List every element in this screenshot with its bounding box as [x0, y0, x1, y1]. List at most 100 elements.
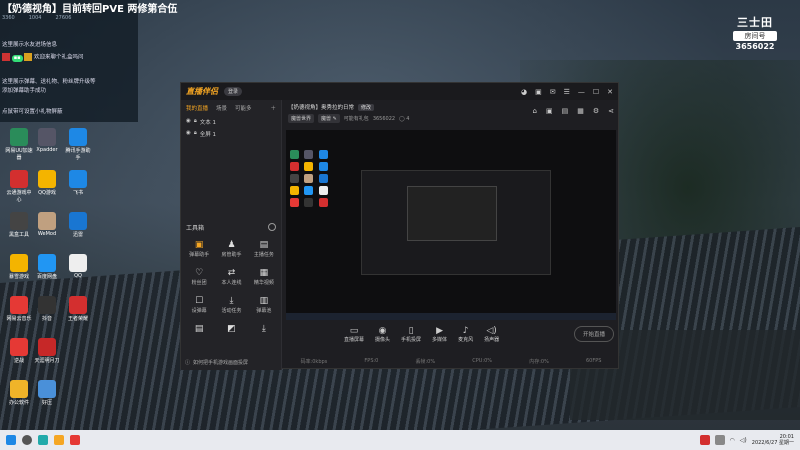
- close-icon[interactable]: ✕: [607, 88, 613, 96]
- desktop-icon[interactable]: 云通游戏中心: [5, 170, 33, 203]
- avatar-icon[interactable]: ◕: [521, 88, 527, 96]
- source-label: 手机投屏: [401, 336, 422, 343]
- tool-button[interactable]: ▣ 弹幕助手: [183, 240, 215, 258]
- category-chip[interactable]: 魔兽世界: [288, 114, 315, 123]
- wifi-icon[interactable]: ◠: [730, 437, 735, 444]
- tab-live[interactable]: 我的直播: [186, 104, 208, 112]
- desktop-icon[interactable]: 天涯明月刀: [33, 338, 61, 364]
- gear-icon[interactable]: ⚙: [593, 107, 599, 115]
- tool-button[interactable]: ⤓: [248, 324, 280, 335]
- login-pill[interactable]: 登录: [224, 87, 243, 96]
- tool-label: 主播任务: [253, 252, 274, 258]
- desktop-icon[interactable]: 逆战: [5, 338, 33, 364]
- preview-taskbar: [286, 313, 616, 320]
- app-icon: [38, 212, 56, 230]
- clock[interactable]: 20:01 2022/6/27 星期一: [752, 434, 794, 446]
- edit-title-button[interactable]: 修改: [358, 103, 375, 111]
- tool-button[interactable]: ♟ 房管助手: [215, 240, 247, 258]
- tray-app-icon[interactable]: [714, 435, 725, 445]
- desktop-icon-label: 云通游戏中心: [6, 190, 32, 203]
- tool-button[interactable]: ▤ 主播任务: [248, 240, 280, 258]
- desktop-icon[interactable]: 腾讯手游助手: [64, 128, 92, 161]
- mobile-cast-tip[interactable]: ⓘ 如何把手机游戏画面投屏: [185, 359, 277, 366]
- desktop-icon[interactable]: Xpadder: [33, 128, 61, 153]
- add-icon[interactable]: ＋: [270, 104, 276, 112]
- toolbox-settings-icon[interactable]: [268, 223, 276, 231]
- desktop-icon[interactable]: WeMod: [33, 212, 61, 237]
- tool-button[interactable]: ◩: [215, 324, 247, 335]
- window-titlebar[interactable]: 直播伴侣 登录 ◕ ▣ ✉ ☰ — ☐ ✕: [181, 83, 618, 100]
- desktop-icon[interactable]: 好压: [33, 380, 61, 406]
- minimize-icon[interactable]: —: [578, 88, 585, 96]
- preview-app-icon: [318, 174, 328, 183]
- source-button[interactable]: ◁) 扬声器: [484, 326, 499, 343]
- source-toolbar: ▭ 直播屏幕 ◉ 摄像头 ▯ 手机投屏 ▶ 多媒体 ♪ 麦克风 ◁) 扬声器 开始直播: [282, 322, 620, 346]
- tab-more[interactable]: 可能多: [235, 104, 252, 112]
- tool-button[interactable]: ☐ 设弹幕: [183, 296, 215, 314]
- desktop-icon[interactable]: 王者荣耀: [64, 296, 92, 322]
- desktop-icon[interactable]: 黑盒工具: [5, 212, 33, 238]
- desktop-icon-label: Xpadder: [36, 147, 58, 153]
- tool-icon: ▥: [259, 296, 269, 306]
- desktop-icon[interactable]: 暴雪游戏: [5, 254, 33, 280]
- desktop-icon-label: 天涯明月刀: [34, 358, 60, 364]
- desktop-icon[interactable]: 百度网盘: [33, 254, 61, 280]
- source-button[interactable]: ♪ 麦克风: [458, 326, 473, 343]
- tool-button[interactable]: ⇄ 本人连线: [215, 268, 247, 286]
- preview-app-icon: [318, 150, 328, 159]
- stream-preview[interactable]: [286, 130, 616, 320]
- desktop-icon[interactable]: 抖音: [33, 296, 61, 322]
- desktop-icon-label: 好压: [41, 400, 52, 406]
- start-icon[interactable]: [6, 435, 16, 445]
- desktop-icon[interactable]: 迅雷: [64, 212, 92, 238]
- eye-icon[interactable]: ◉: [186, 118, 191, 126]
- share-icon[interactable]: ⋖: [608, 107, 614, 115]
- chat-overlay: 3360 1004 27606 这里展示水友进场信息 ▪▪ 欢迎来聊个礼盒吗问 …: [0, 0, 138, 122]
- lock-icon[interactable]: 🔒︎: [194, 118, 197, 126]
- lock-icon[interactable]: ▣: [546, 107, 553, 115]
- edge-icon[interactable]: [38, 435, 48, 445]
- source-button[interactable]: ▯ 手机投屏: [401, 326, 421, 343]
- layer-row-text[interactable]: ◉ 🔒︎ 文本 1: [181, 116, 281, 128]
- gift-box-icon[interactable]: ▣: [535, 88, 542, 96]
- source-button[interactable]: ▭ 直播屏幕: [344, 326, 364, 343]
- tool-icon: ⇄: [227, 268, 236, 278]
- status-bar: 码率:0kbps FPS:0 丢帧:0% CPU:0% 内存:0% 60FPS: [282, 358, 620, 365]
- source-button[interactable]: ▶ 多媒体: [432, 326, 447, 343]
- maximize-icon[interactable]: ☐: [593, 88, 599, 96]
- tool-button[interactable]: ▤: [183, 324, 215, 335]
- search-icon[interactable]: [22, 435, 32, 445]
- tool-button[interactable]: ⤓ 活动任务: [215, 296, 247, 314]
- tab-scene[interactable]: 场景: [216, 104, 227, 112]
- source-icon: ▶: [436, 325, 444, 336]
- store-icon[interactable]: ⌂: [533, 107, 537, 115]
- desktop-icon[interactable]: 网易UU加速器: [5, 128, 33, 161]
- app-icon: [38, 380, 56, 398]
- netease-icon[interactable]: [70, 435, 80, 445]
- source-button[interactable]: ◉ 摄像头: [375, 326, 390, 343]
- sub-category-chip[interactable]: 魔兽 ✎: [318, 114, 340, 123]
- tray-app-icon[interactable]: [699, 435, 710, 445]
- desktop-icon[interactable]: 飞书: [64, 170, 92, 196]
- tool-label: 粉丝团: [191, 280, 207, 286]
- layer-row-fullscreen[interactable]: ◉ 🔒︎ 全屏 1: [181, 128, 281, 140]
- desktop-icon[interactable]: QQ: [64, 254, 92, 279]
- desktop-icon[interactable]: QQ游戏: [33, 170, 61, 196]
- app-icon: [10, 170, 28, 188]
- menu-icon[interactable]: ☰: [564, 88, 570, 96]
- desktop-icon[interactable]: 网易云音乐: [5, 296, 33, 322]
- desktop-icon[interactable]: 办公软件: [5, 380, 33, 406]
- eye-icon[interactable]: ◉: [186, 130, 191, 138]
- box-icon[interactable]: ▤: [562, 107, 569, 115]
- volume-icon[interactable]: ◁): [740, 437, 747, 444]
- mail-icon[interactable]: ✉: [550, 88, 556, 96]
- grid-icon[interactable]: ▦: [577, 107, 584, 115]
- start-live-button[interactable]: 开始直播: [573, 326, 614, 342]
- tool-button[interactable]: ♡ 粉丝团: [183, 268, 215, 286]
- lock-icon[interactable]: 🔒︎: [194, 130, 197, 138]
- tool-button[interactable]: ▦ 精华视频: [248, 268, 280, 286]
- tool-label: 设弹幕: [191, 308, 207, 314]
- desktop-icon-label: 王者荣耀: [67, 316, 88, 322]
- folder-icon[interactable]: [54, 435, 64, 445]
- tool-button[interactable]: ▥ 弹幕池: [248, 296, 280, 314]
